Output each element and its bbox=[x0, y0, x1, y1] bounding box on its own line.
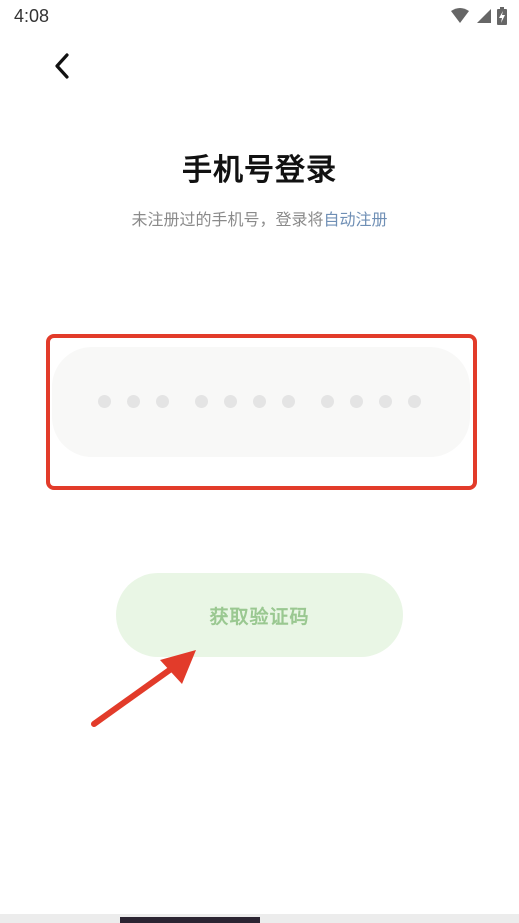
status-icons bbox=[451, 7, 507, 25]
subtitle-text: 未注册过的手机号，登录将 bbox=[131, 210, 324, 229]
back-button[interactable] bbox=[44, 48, 80, 84]
chevron-left-icon bbox=[55, 53, 69, 79]
highlight-box bbox=[46, 334, 477, 490]
status-bar: 4:08 bbox=[0, 0, 519, 36]
bottom-strip bbox=[0, 914, 519, 923]
page-subtitle: 未注册过的手机号，登录将自动注册 bbox=[0, 206, 519, 230]
battery-icon bbox=[497, 7, 507, 25]
signal-icon bbox=[477, 9, 491, 23]
preview-thumbnail bbox=[120, 917, 260, 923]
wifi-icon bbox=[451, 8, 469, 23]
get-code-button[interactable]: 获取验证码 bbox=[116, 573, 403, 657]
auto-register-link[interactable]: 自动注册 bbox=[324, 210, 388, 229]
page-title: 手机号登录 bbox=[182, 153, 337, 188]
status-time: 4:08 bbox=[14, 6, 50, 26]
